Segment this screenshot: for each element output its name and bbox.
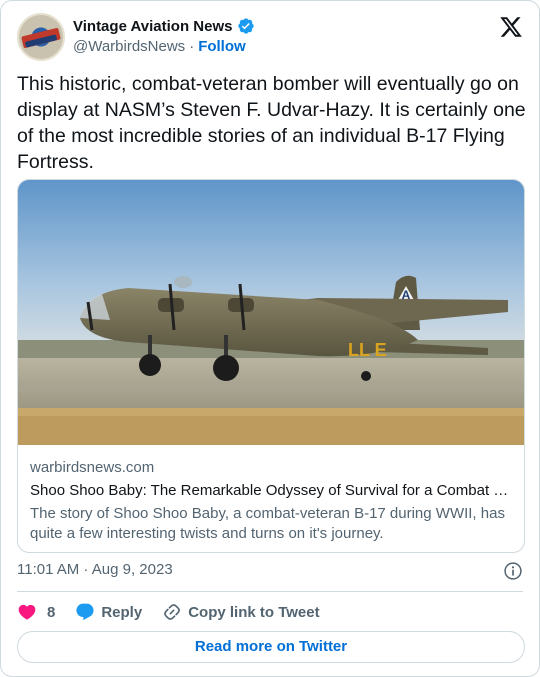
heart-icon [18,604,36,620]
like-button[interactable]: 8 [17,602,55,622]
separator: · [189,38,195,55]
like-count: 8 [47,603,56,621]
card-meta: warbirdsnews.com Shoo Shoo Baby: The Rem… [30,458,512,544]
tweet-text: This historic, combat-veteran bomber wil… [17,73,526,173]
link-icon [164,604,181,620]
card-image[interactable]: A LL E [18,180,525,445]
author-name-row: Vintage Aviation News [73,17,255,35]
timestamp-row: 11:01 AM · Aug 9, 2023 [17,561,523,581]
info-icon[interactable] [503,561,523,581]
author-handle[interactable]: @WarbirdsNews [73,38,185,55]
link-preview-card[interactable]: A LL E warbirdsnews.com Shoo Shoo Baby: [17,179,525,553]
read-more-button[interactable]: Read more on Twitter [17,631,525,663]
follow-button[interactable]: Follow [198,38,246,55]
reply-button[interactable]: Reply [75,602,142,622]
divider [17,591,523,592]
reply-bubble-icon [76,603,94,621]
reply-label: Reply [101,603,143,621]
avatar[interactable] [17,13,65,61]
tweet-header: Vintage Aviation News @WarbirdsNews · Fo… [17,13,523,61]
x-logo-icon[interactable] [499,15,523,39]
action-bar: 8 Reply Copy link to Tweet [17,601,340,623]
timestamp[interactable]: 11:01 AM · Aug 9, 2023 [17,561,173,578]
verified-badge-icon [237,18,254,34]
tweet-embed: Vintage Aviation News @WarbirdsNews · Fo… [0,0,540,677]
copy-link-label: Copy link to Tweet [188,603,320,621]
author-handle-row: @WarbirdsNews · Follow [73,38,246,55]
card-domain: warbirdsnews.com [30,459,155,476]
card-title[interactable]: Shoo Shoo Baby: The Remarkable Odyssey o… [30,481,512,501]
svg-text:LL E: LL E [348,340,387,360]
card-description: The story of Shoo Shoo Baby, a combat-ve… [30,505,505,542]
copy-link-button[interactable]: Copy link to Tweet [162,602,320,622]
author-name[interactable]: Vintage Aviation News [73,18,233,35]
